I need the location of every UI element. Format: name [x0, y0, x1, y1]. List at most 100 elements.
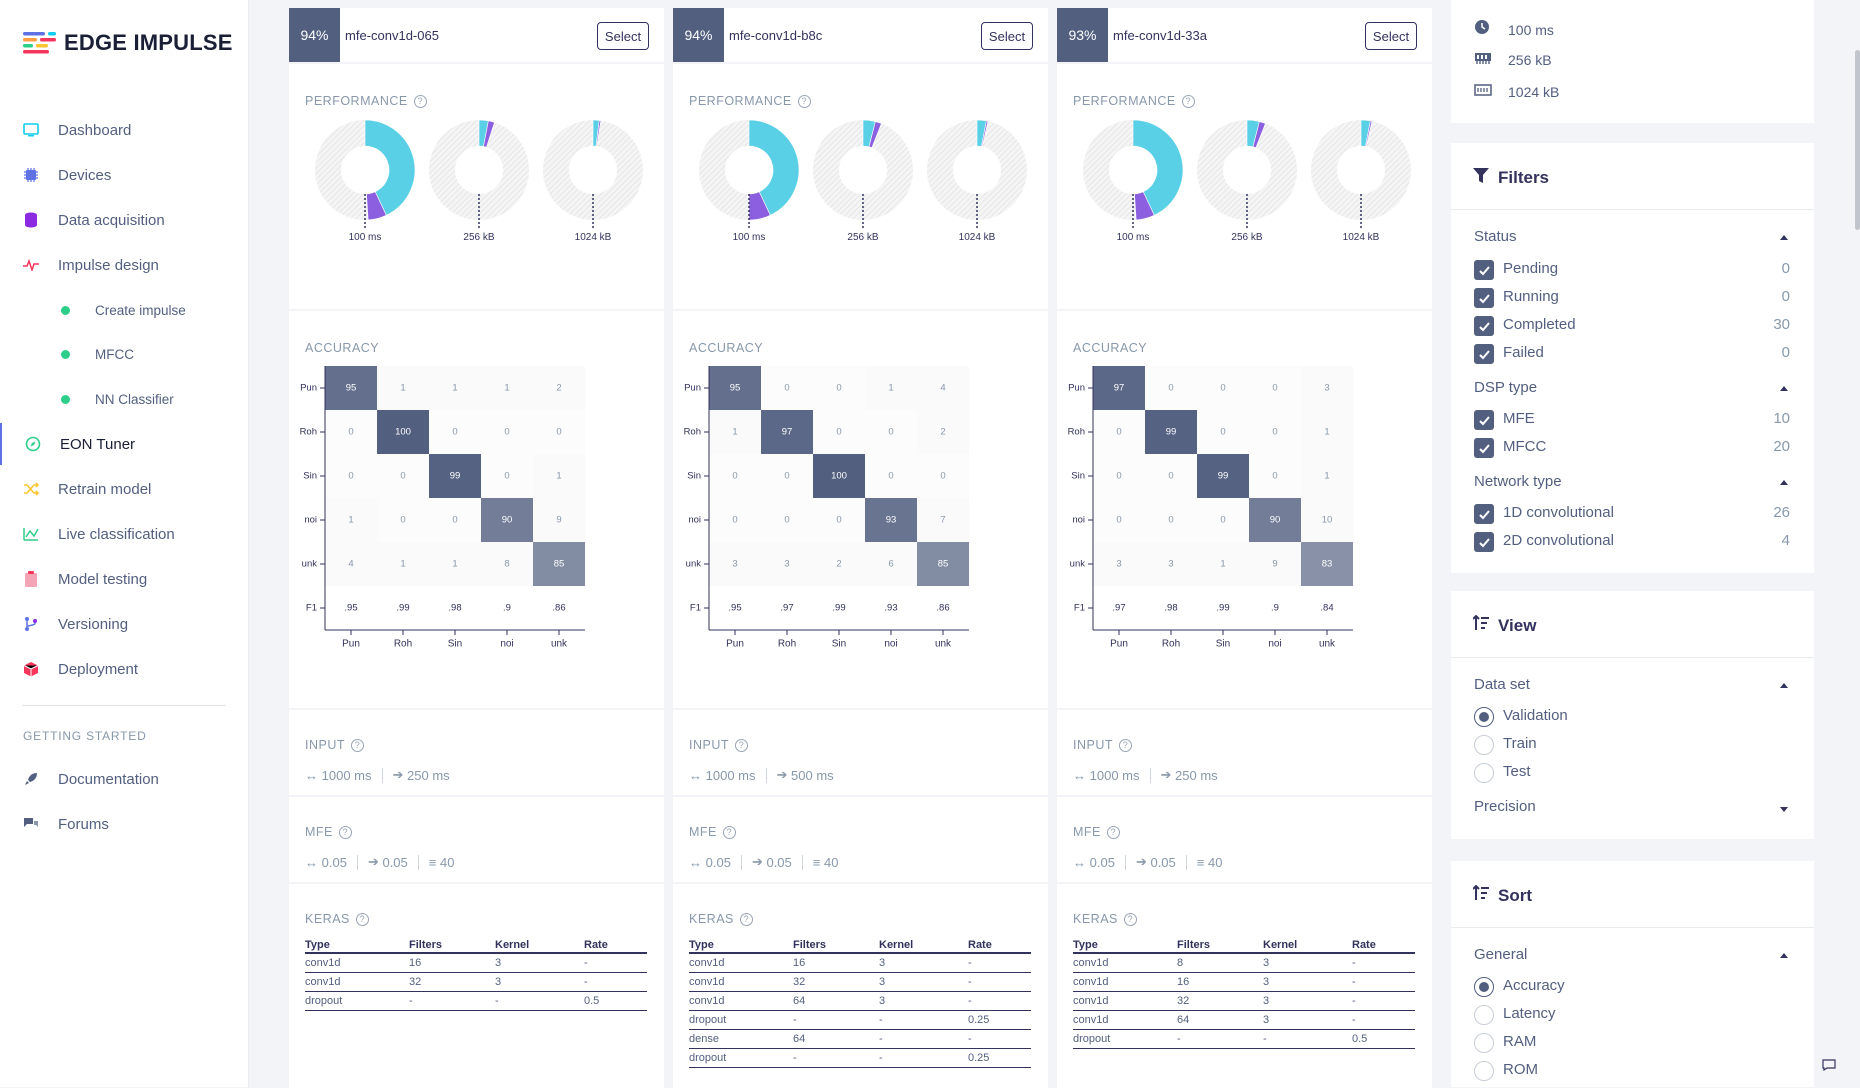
chevron-up-icon[interactable] [1780, 235, 1788, 240]
sidebar-item-devices[interactable]: Devices [0, 154, 249, 196]
checkbox-label[interactable]: 2D convolutional [1503, 532, 1614, 549]
sidebar-item-live-classification[interactable]: Live classification [0, 513, 249, 555]
help-icon[interactable]: ? [1106, 825, 1120, 839]
input-section: INPUT? ↔ 1000 ms ➔ 250 ms [289, 710, 664, 795]
sidebar-item-data-acquisition[interactable]: Data acquisition [0, 199, 249, 241]
sidebar-item-mfcc[interactable]: MFCC [0, 333, 249, 375]
sidebar-item-label: Data acquisition [58, 211, 165, 229]
filter-section-dsp-type[interactable]: DSP type [1474, 379, 1537, 396]
checkbox-1d-conv[interactable] [1474, 504, 1494, 524]
edge-impulse-logo[interactable]: EDGE IMPULSE [23, 30, 233, 56]
separator [765, 767, 767, 783]
sidebar-item-retrain-model[interactable]: Retrain model [0, 468, 249, 510]
select-model-button[interactable]: Select [597, 22, 649, 50]
checkbox-label[interactable]: Completed [1503, 316, 1576, 333]
help-icon[interactable]: ? [338, 825, 352, 839]
checkbox-label[interactable]: MFE [1503, 410, 1535, 427]
radio-label[interactable]: Train [1503, 735, 1537, 752]
matrix-cell-value: 100 [395, 427, 411, 438]
sidebar-item-documentation[interactable]: Documentation [0, 758, 249, 800]
radio-train[interactable] [1474, 735, 1494, 755]
sidebar-item-create-impulse[interactable]: Create impulse [0, 289, 249, 331]
radio-label[interactable]: Test [1503, 763, 1531, 780]
help-icon[interactable]: ? [739, 912, 753, 926]
sidebar-item-dashboard[interactable]: Dashboard [0, 109, 249, 151]
matrix-cell-value: 3 [1324, 383, 1329, 394]
radio-label[interactable]: Validation [1503, 707, 1568, 724]
checkbox-label[interactable]: Running [1503, 288, 1559, 305]
radio-test[interactable] [1474, 763, 1494, 783]
sidebar-item-label: Model testing [58, 570, 148, 588]
radio-rom[interactable] [1474, 1061, 1494, 1081]
input-window: 1000 ms [705, 767, 756, 783]
help-icon[interactable]: ? [722, 825, 736, 839]
table-cell: 3 [1263, 972, 1352, 992]
filter-count: 20 [1773, 438, 1790, 455]
model-accuracy-badge: 94% [673, 8, 724, 62]
matrix-cell-value: 1 [1324, 427, 1329, 438]
select-model-button[interactable]: Select [981, 22, 1033, 50]
view-section-dataset[interactable]: Data set [1474, 676, 1530, 693]
scrollbar-thumb[interactable] [1855, 50, 1860, 230]
checkbox-2d-conv[interactable] [1474, 532, 1494, 552]
table-cell: - [879, 1048, 968, 1068]
checkbox-label[interactable]: MFCC [1503, 438, 1546, 455]
filter-section-network-type[interactable]: Network type [1474, 473, 1562, 490]
checkbox-mfe[interactable] [1474, 410, 1494, 430]
select-model-button[interactable]: Select [1365, 22, 1417, 50]
table-cell: 3 [1263, 953, 1352, 973]
chevron-up-icon[interactable] [1780, 683, 1788, 688]
help-icon[interactable]: ? [735, 738, 748, 752]
matrix-col-label: Sin [832, 639, 846, 650]
radio-validation[interactable] [1474, 707, 1494, 727]
filter-section-status[interactable]: Status [1474, 228, 1517, 245]
sort-section-general[interactable]: General [1474, 946, 1527, 963]
filter-count: 26 [1773, 504, 1790, 521]
radio-label[interactable]: RAM [1503, 1033, 1536, 1050]
sidebar-item-versioning[interactable]: Versioning [0, 603, 249, 645]
table-row: dropout - -0.5 [1073, 1029, 1415, 1049]
table-cell: 32 [793, 972, 879, 992]
matrix-cell-value: 2 [940, 427, 945, 438]
pulse-icon [22, 256, 40, 274]
sidebar-item-model-testing[interactable]: Model testing [0, 558, 249, 600]
checkbox-completed[interactable] [1474, 316, 1494, 336]
chevron-down-icon[interactable] [1780, 807, 1788, 812]
matrix-cell-value: 0 [784, 471, 789, 482]
checkbox-failed[interactable] [1474, 344, 1494, 364]
help-icon[interactable]: ? [351, 738, 364, 752]
radio-ram[interactable] [1474, 1033, 1494, 1053]
status-dot-icon [61, 305, 70, 315]
mfe-frame-stride: 0.05 [766, 854, 792, 870]
sidebar-item-forums[interactable]: Forums [0, 803, 249, 845]
performance-section: PERFORMANCE? 100 ms256 kB1024 kB DSP NN … [289, 64, 664, 349]
checkbox-label[interactable]: 1D convolutional [1503, 504, 1614, 521]
checkbox-pending[interactable] [1474, 260, 1494, 280]
arrows-horizontal-icon: ↔ [305, 854, 318, 870]
radio-latency[interactable] [1474, 1005, 1494, 1025]
matrix-row-label: Pun [300, 383, 317, 394]
help-icon[interactable]: ? [355, 912, 369, 926]
sidebar-item-eon-tuner[interactable]: EON Tuner [0, 423, 249, 465]
radio-label[interactable]: Latency [1503, 1005, 1556, 1022]
matrix-col-label: unk [551, 639, 568, 650]
radio-label[interactable]: ROM [1503, 1061, 1538, 1078]
help-icon[interactable]: ? [1123, 912, 1137, 926]
matrix-cell-value: 0 [1272, 427, 1277, 438]
checkbox-label[interactable]: Failed [1503, 344, 1544, 361]
radio-label[interactable]: Accuracy [1503, 977, 1565, 994]
chevron-up-icon[interactable] [1780, 386, 1788, 391]
sidebar-item-impulse-design[interactable]: Impulse design [0, 244, 249, 286]
radio-accuracy[interactable] [1474, 977, 1494, 997]
view-section-precision[interactable]: Precision [1474, 798, 1536, 815]
checkbox-running[interactable] [1474, 288, 1494, 308]
table-row: conv1d 8 3- [1073, 953, 1415, 973]
sidebar-item-deployment[interactable]: Deployment [0, 648, 249, 690]
help-icon[interactable]: ? [1119, 738, 1132, 752]
chat-icon[interactable] [1822, 1058, 1836, 1072]
sidebar-item-nn-classifier[interactable]: NN Classifier [0, 378, 249, 420]
chevron-up-icon[interactable] [1780, 953, 1788, 958]
checkbox-mfcc[interactable] [1474, 438, 1494, 458]
checkbox-label[interactable]: Pending [1503, 260, 1558, 277]
chevron-up-icon[interactable] [1780, 480, 1788, 485]
